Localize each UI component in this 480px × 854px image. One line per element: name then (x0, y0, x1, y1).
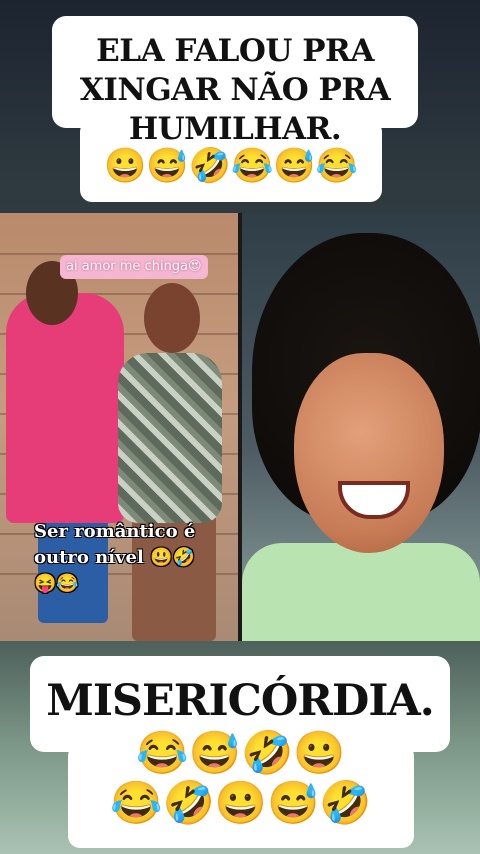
overlay-caption: Ser romântico é outro nível 😃🤣 😝😂 (34, 519, 214, 597)
overlay-line-1: Ser romântico é (34, 521, 196, 542)
bottom-caption-emojis-line-1: 😂😅🤣😀 (136, 728, 346, 777)
bottom-caption-text: MISERICÓRDIA. (46, 676, 435, 726)
bottom-caption-emojis-line-2: 😂🤣😀😅🤣 (110, 778, 372, 827)
man-figure (6, 293, 124, 523)
reactor-face (294, 353, 444, 553)
woman-figure (118, 353, 222, 523)
top-caption-text: ELA FALOU PRA XINGAR NÃO PRA HUMILHAR. (79, 33, 391, 147)
woman-figure-head (144, 283, 200, 353)
video-duet-area[interactable]: ai amor me chinga😍 Ser romântico é outro… (0, 213, 480, 641)
overlay-line-3: 😝😂 (34, 573, 79, 594)
video-left-panel[interactable]: ai amor me chinga😍 Ser romântico é outro… (0, 213, 238, 641)
reactor-shirt (242, 543, 480, 641)
sticker-text: ai amor me chinga😍 (60, 255, 208, 279)
overlay-line-2: outro nível 😃🤣 (34, 547, 195, 568)
video-right-panel[interactable] (242, 213, 480, 641)
top-caption-emojis: 😀😅🤣😂😅😂 (103, 146, 358, 186)
